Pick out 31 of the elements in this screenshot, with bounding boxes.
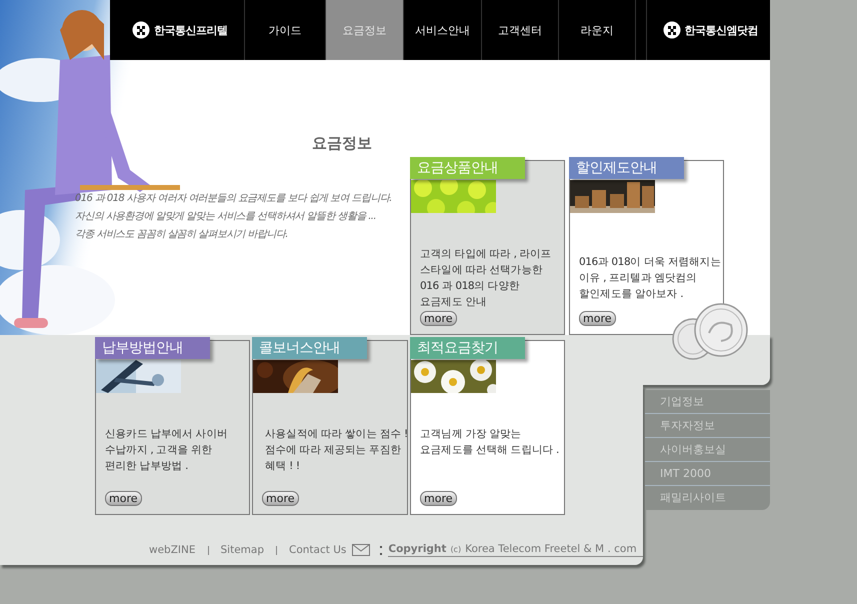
card-title: 할인제도안내: [569, 157, 684, 179]
card-title: 최적요금찾기: [410, 337, 525, 359]
intro-paragraph: 016 과 018 사용자 여러자 여러분들의 요금제도를 보다 쉽게 보여 드립니다. 자신의 사용환경에 알맞게 알맞는 서비스를 선택하셔서 알뜰한 생활을 ... 각종 서비스도 꼼꼼히 살꼼히 살펴보시기 바랍니다.: [75, 192, 392, 242]
copyright-owner: Korea Telecom Freetel & M . com: [465, 543, 637, 555]
footer-link[interactable]: Contact Us: [289, 544, 346, 556]
card-description: 고객님께 가장 알맞는 요금제도를 선택해 드립니다 .: [420, 427, 560, 458]
card-title: 요금상품안내: [410, 157, 525, 179]
copyright-mark: (c): [450, 545, 462, 554]
nav-tab[interactable]: 서비스안내: [404, 0, 482, 60]
card-title: 콜보너스안내: [252, 337, 367, 359]
copyright-label: Copyright: [388, 543, 446, 555]
card-description: 사용실적에 따라 쌓이는 점수 ! 점수에 따라 제공되는 푸짐한 혜택 ! !: [265, 427, 407, 474]
brand-link[interactable]: 한국통신프리텔: [110, 0, 245, 60]
footer-link[interactable]: webZINE: [149, 544, 196, 556]
more-button[interactable]: more: [105, 491, 142, 506]
card-title: 납부방법안내: [95, 337, 210, 359]
envelope-icon[interactable]: [352, 544, 370, 556]
more-button[interactable]: more: [579, 311, 616, 326]
nav-tab[interactable]: 고객센터: [482, 0, 559, 60]
more-button[interactable]: more: [262, 491, 298, 506]
footer-link[interactable]: Sitemap: [220, 544, 264, 556]
page-title: 요금정보: [311, 134, 372, 153]
more-button[interactable]: more: [420, 311, 456, 326]
card-description: 신용카드 납부에서 사이버 수납까지 , 고객을 위한 편리한 납부방법 .: [105, 427, 228, 474]
checkered-ball-icon: [132, 21, 150, 39]
nav-tab[interactable]: 라운지: [559, 0, 636, 60]
more-button[interactable]: more: [420, 491, 456, 506]
brand-link[interactable]: 한국통신엠닷컴: [646, 0, 770, 60]
card-description: 016과 018이 더욱 저렴해지는 이유 , 프리텔과 엠닷컴의 할인제도를 알아보자 .: [579, 255, 722, 302]
checkered-ball-icon: [662, 21, 680, 39]
card-description: 고객의 타입에 따라 , 라이프 스타일에 따라 선택가능한 016 과 018의 다양한 요금제도 안내: [420, 247, 552, 310]
